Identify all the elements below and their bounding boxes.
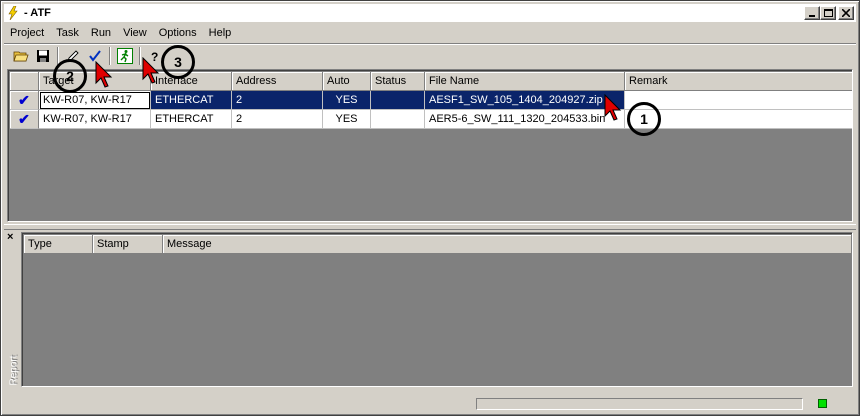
- report-close-icon[interactable]: ×: [7, 231, 13, 243]
- interface-cell[interactable]: ETHERCAT: [151, 110, 232, 129]
- target-cell[interactable]: KW-R07, KW-R17: [39, 91, 151, 110]
- report-side-label: Report: [8, 355, 20, 386]
- minimize-icon: [809, 15, 815, 17]
- remark-cell[interactable]: [625, 91, 852, 110]
- run-man-icon: [117, 47, 133, 64]
- toolbar: ?: [4, 43, 856, 67]
- maximize-icon: [823, 9, 833, 17]
- table-row[interactable]: ✔ KW-R07, KW-R17 ETHERCAT 2 YES AER5-6_S…: [10, 110, 852, 129]
- status-bar: [4, 393, 856, 413]
- close-button[interactable]: [838, 6, 854, 20]
- close-icon: [842, 9, 850, 17]
- col-type-header[interactable]: Type: [24, 235, 93, 254]
- minimize-button[interactable]: [804, 6, 820, 20]
- task-grid: Target Interface Address Auto Status Fil…: [7, 69, 853, 222]
- target-cell[interactable]: KW-R07, KW-R17: [39, 110, 151, 129]
- interface-cell[interactable]: ETHERCAT: [151, 91, 232, 110]
- app-window: - ATF Project Task Run View Options Help: [0, 0, 860, 416]
- progress-bar: [476, 398, 803, 410]
- col-status-header[interactable]: Status: [371, 72, 425, 91]
- lightning-app-icon: [8, 6, 18, 20]
- menu-run[interactable]: Run: [85, 27, 117, 39]
- red-cursor-icon: [95, 61, 113, 88]
- report-log: Type Stamp Message: [21, 232, 853, 387]
- address-cell[interactable]: 2: [232, 91, 323, 110]
- report-header: Type Stamp Message: [24, 235, 852, 254]
- callout-3: 3: [161, 45, 195, 79]
- menu-project[interactable]: Project: [4, 27, 50, 39]
- menu-bar: Project Task Run View Options Help: [4, 24, 856, 42]
- row-check-cell[interactable]: ✔: [10, 91, 39, 110]
- col-interface-header[interactable]: Interface: [151, 72, 232, 91]
- filename-cell[interactable]: AER5-6_SW_111_1320_204533.bin: [425, 110, 625, 129]
- col-stamp-header[interactable]: Stamp: [93, 235, 163, 254]
- run-button[interactable]: [114, 45, 136, 67]
- menu-options[interactable]: Options: [153, 27, 203, 39]
- col-check-header[interactable]: [10, 72, 39, 91]
- col-auto-header[interactable]: Auto: [323, 72, 371, 91]
- save-button[interactable]: [32, 45, 54, 67]
- auto-cell[interactable]: YES: [323, 110, 371, 129]
- window-title: - ATF: [24, 7, 51, 19]
- status-cell[interactable]: [371, 91, 425, 110]
- grid-header: Target Interface Address Auto Status Fil…: [10, 72, 852, 91]
- report-dock-tab: × Report: [5, 231, 20, 388]
- checkmark-icon: ✔: [18, 110, 30, 127]
- toolbar-separator: [139, 46, 141, 65]
- callout-1: 1: [627, 102, 661, 136]
- col-filename-header[interactable]: File Name: [425, 72, 625, 91]
- maximize-button[interactable]: [820, 6, 836, 20]
- status-led-icon: [818, 399, 827, 408]
- callout-2: 2: [53, 59, 87, 93]
- col-message-header[interactable]: Message: [163, 235, 852, 254]
- status-cell[interactable]: [371, 110, 425, 129]
- row-check-cell[interactable]: ✔: [10, 110, 39, 129]
- open-folder-icon: [13, 51, 29, 61]
- col-address-header[interactable]: Address: [232, 72, 323, 91]
- menu-help[interactable]: Help: [203, 27, 238, 39]
- red-cursor-icon: [604, 94, 622, 121]
- menu-task[interactable]: Task: [50, 27, 85, 39]
- open-button[interactable]: [10, 45, 32, 67]
- address-cell[interactable]: 2: [232, 110, 323, 129]
- table-row[interactable]: ✔ KW-R07, KW-R17 ETHERCAT 2 YES AESF1_SW…: [10, 91, 852, 110]
- col-remark-header[interactable]: Remark: [625, 72, 852, 91]
- save-disk-icon: [37, 49, 49, 62]
- title-bar: - ATF: [4, 4, 856, 22]
- filename-cell[interactable]: AESF1_SW_105_1404_204927.zip: [425, 91, 625, 110]
- panel-splitter[interactable]: [4, 224, 856, 230]
- auto-cell[interactable]: YES: [323, 91, 371, 110]
- window-controls: [804, 6, 854, 20]
- checkmark-icon: ✔: [18, 91, 30, 108]
- red-cursor-icon: [142, 57, 160, 84]
- menu-view[interactable]: View: [117, 27, 153, 39]
